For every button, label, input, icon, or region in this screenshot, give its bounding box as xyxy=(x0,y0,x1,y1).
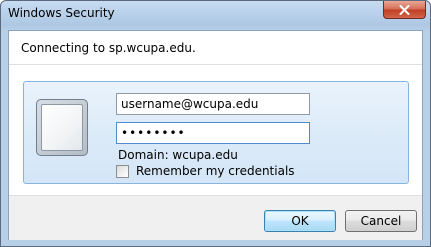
window-title: Windows Security xyxy=(8,6,115,20)
title-bar[interactable]: Windows Security xyxy=(1,1,430,29)
remember-credentials-option[interactable]: Remember my credentials xyxy=(116,164,295,178)
dialog-body: Connecting to sp.wcupa.edu. Domain: wcup… xyxy=(8,30,423,240)
domain-label: Domain: wcupa.edu xyxy=(118,148,238,162)
close-button[interactable] xyxy=(383,1,426,19)
username-field[interactable] xyxy=(116,93,310,115)
password-field[interactable] xyxy=(116,122,310,144)
remember-credentials-label: Remember my credentials xyxy=(136,164,295,178)
credential-tile[interactable]: Domain: wcupa.edu Remember my credential… xyxy=(23,81,409,184)
connecting-message: Connecting to sp.wcupa.edu. xyxy=(21,41,196,55)
remember-credentials-checkbox[interactable] xyxy=(116,164,129,178)
close-icon xyxy=(399,4,410,15)
ok-button[interactable]: OK xyxy=(264,210,336,232)
user-tile-icon xyxy=(36,99,88,156)
header-divider xyxy=(9,64,422,65)
windows-security-dialog: Windows Security Connecting to sp.wcupa.… xyxy=(0,0,431,247)
cancel-button[interactable]: Cancel xyxy=(345,210,417,232)
button-bar: OK Cancel xyxy=(9,195,422,240)
